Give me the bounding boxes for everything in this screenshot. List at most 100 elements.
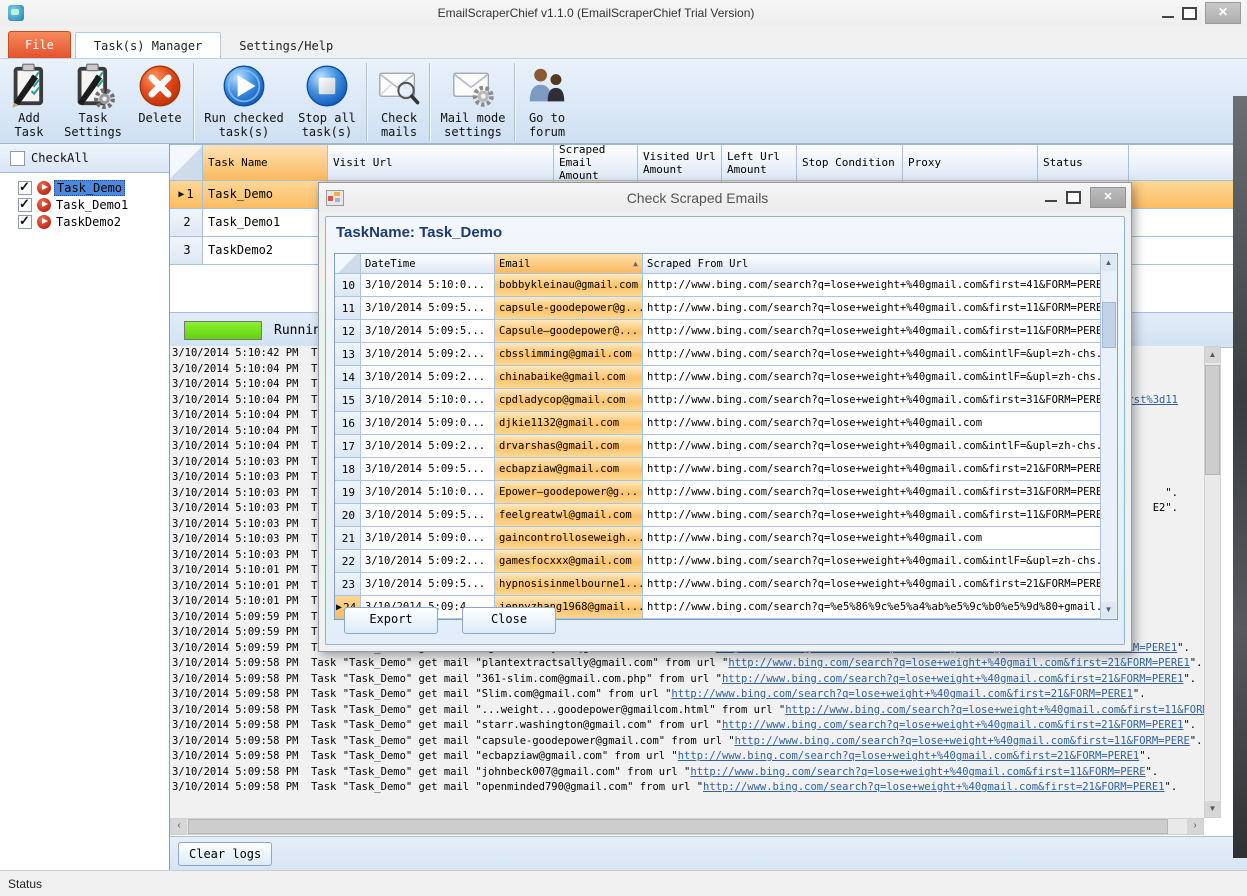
row-header-cell[interactable]: 10	[335, 274, 361, 297]
maximize-button[interactable]	[1182, 7, 1197, 20]
email-row[interactable]: 15 3/10/2014 5:10:0... cpdladycop@gmail.…	[335, 389, 1117, 412]
email-row[interactable]: 10 3/10/2014 5:10:0... bobbykleinau@gmai…	[335, 274, 1117, 297]
column-datetime[interactable]: DateTime	[361, 254, 495, 274]
mail-mode-settings-button[interactable]: Mail mode settings	[439, 63, 507, 139]
email-row[interactable]: 14 3/10/2014 5:09:2... chinabaike@gmail.…	[335, 366, 1117, 389]
row-header-cell[interactable]: 16	[335, 412, 361, 435]
task-tree-item[interactable]: Task_Demo	[10, 179, 169, 196]
log-url-link[interactable]: http://www.bing.com/search?q=lose+weight…	[785, 703, 1204, 719]
datetime-cell[interactable]: 3/10/2014 5:10:0...	[361, 389, 495, 412]
row-header-cell[interactable]: 3	[170, 237, 203, 265]
grid-corner-cell[interactable]	[335, 254, 361, 274]
datetime-cell[interactable]: 3/10/2014 5:10:0...	[361, 274, 495, 297]
datetime-cell[interactable]: 3/10/2014 5:09:5...	[361, 573, 495, 596]
datetime-cell[interactable]: 3/10/2014 5:09:0...	[361, 412, 495, 435]
minimize-button[interactable]	[1162, 16, 1174, 18]
scroll-thumb[interactable]	[188, 819, 1168, 834]
check-mails-button[interactable]: Check mails	[376, 63, 422, 139]
datetime-cell[interactable]: 3/10/2014 5:09:5...	[361, 458, 495, 481]
scraped-from-url-cell[interactable]: http://www.bing.com/search?q=lose+weight…	[643, 274, 1100, 297]
check-all-checkbox[interactable]	[10, 151, 25, 166]
row-header-cell[interactable]: 21	[335, 527, 361, 550]
scraped-from-url-cell[interactable]: http://www.bing.com/search?q=lose+weight…	[643, 412, 1100, 435]
scroll-left-arrow[interactable]: ‹	[171, 819, 187, 834]
email-cell[interactable]: cpdladycop@gmail.com	[495, 389, 643, 412]
dialog-close-button[interactable]: ✕	[1090, 187, 1126, 208]
row-header-cell[interactable]: 15	[335, 389, 361, 412]
log-url-link[interactable]: http://www.bing.com/search?q=lose+weight…	[728, 656, 1189, 672]
email-cell[interactable]: gamesfocxxx@gmail.com	[495, 550, 643, 573]
email-row[interactable]: 21 3/10/2014 5:09:0... gaincontrollosewe…	[335, 527, 1117, 550]
log-url-link[interactable]: http://www.bing.com/search?q=lose+weight…	[735, 734, 1190, 750]
log-url-link[interactable]: http://www.bing.com/search?q=lose+weight…	[678, 749, 1139, 765]
task-tree-item[interactable]: TaskDemo2	[10, 213, 169, 230]
scraped-from-url-cell[interactable]: http://www.bing.com/search?q=lose+weight…	[643, 366, 1100, 389]
row-header-cell[interactable]: 13	[335, 343, 361, 366]
column-proxy[interactable]: Proxy	[903, 145, 1038, 181]
task-name-cell[interactable]: Task_Demo1	[203, 209, 328, 237]
datetime-cell[interactable]: 3/10/2014 5:09:2...	[361, 550, 495, 573]
scraped-from-url-cell[interactable]: http://www.bing.com/search?q=lose+weight…	[643, 343, 1100, 366]
column-visit-url[interactable]: Visit Url	[328, 145, 554, 181]
datetime-cell[interactable]: 3/10/2014 5:09:0...	[361, 527, 495, 550]
row-header-cell[interactable]: 17	[335, 435, 361, 458]
scraped-from-url-cell[interactable]: http://www.bing.com/search?q=lose+weight…	[643, 550, 1100, 573]
column-status[interactable]: Status	[1038, 145, 1129, 181]
email-cell[interactable]: chinabaike@gmail.com	[495, 366, 643, 389]
datetime-cell[interactable]: 3/10/2014 5:09:2...	[361, 435, 495, 458]
email-row[interactable]: 12 3/10/2014 5:09:5... Capsule—goodepowe…	[335, 320, 1117, 343]
task-name-cell[interactable]: Task_Demo	[203, 181, 328, 209]
grid-corner-cell[interactable]	[170, 145, 203, 181]
add-task-button[interactable]: Add Task	[6, 63, 52, 139]
email-cell[interactable]: ecbapziaw@gmail.com	[495, 458, 643, 481]
task-checkbox[interactable]	[18, 198, 32, 212]
row-header-cell[interactable]: 18	[335, 458, 361, 481]
dialog-maximize-button[interactable]	[1066, 191, 1081, 204]
column-stop-condition[interactable]: Stop Condition	[797, 145, 903, 181]
task-settings-button[interactable]: Task Settings	[62, 63, 124, 139]
column-email[interactable]: Email▲	[495, 254, 643, 274]
row-header-cell[interactable]: 14	[335, 366, 361, 389]
scroll-thumb[interactable]	[1205, 365, 1220, 475]
log-url-link[interactable]: http://www.bing.com/search?q=lose+weight…	[703, 780, 1164, 796]
email-cell[interactable]: djkie1132@gmail.com	[495, 412, 643, 435]
email-cell[interactable]: feelgreatwl@gmail.com	[495, 504, 643, 527]
datetime-cell[interactable]: 3/10/2014 5:09:2...	[361, 343, 495, 366]
scraped-from-url-cell[interactable]: http://www.bing.com/search?q=lose+weight…	[643, 458, 1100, 481]
scraped-from-url-cell[interactable]: http://www.bing.com/search?q=lose+weight…	[643, 573, 1100, 596]
email-row[interactable]: 18 3/10/2014 5:09:5... ecbapziaw@gmail.c…	[335, 458, 1117, 481]
close-button[interactable]: Close	[462, 607, 556, 634]
column-scraped-from-url[interactable]: Scraped From Url	[643, 254, 1100, 274]
task-tree-label[interactable]: Task_Demo	[54, 180, 125, 196]
email-cell[interactable]: gaincontrolloseweigh...	[495, 527, 643, 550]
task-tree-label[interactable]: Task_Demo1	[54, 198, 130, 212]
export-button[interactable]: Export	[344, 607, 438, 634]
email-cell[interactable]: Epower—goodepower@g...	[495, 481, 643, 504]
scraped-from-url-cell[interactable]: http://www.bing.com/search?q=lose+weight…	[643, 435, 1100, 458]
delete-button[interactable]: Delete	[134, 63, 186, 125]
tab-settings-help[interactable]: Settings/Help	[221, 33, 351, 58]
stop-all-tasks-button[interactable]: Stop all task(s)	[295, 63, 359, 139]
email-row[interactable]: 20 3/10/2014 5:09:5... feelgreatwl@gmail…	[335, 504, 1117, 527]
log-url-link[interactable]: http://www.bing.com/search?q=lose+weight…	[690, 765, 1145, 781]
scraped-from-url-cell[interactable]: http://www.bing.com/search?q=lose+weight…	[643, 297, 1100, 320]
datetime-cell[interactable]: 3/10/2014 5:09:5...	[361, 297, 495, 320]
email-cell[interactable]: bobbykleinau@gmail.com	[495, 274, 643, 297]
go-to-forum-button[interactable]: Go to forum	[524, 63, 570, 139]
column-left-url-amount[interactable]: Left Url Amount	[722, 145, 797, 181]
row-header-cell[interactable]: 11	[335, 297, 361, 320]
run-checked-tasks-button[interactable]: Run checked task(s)	[203, 63, 285, 139]
scroll-right-arrow[interactable]: ›	[1187, 819, 1203, 834]
close-button[interactable]: ✕	[1205, 2, 1241, 24]
scroll-up-arrow[interactable]: ▲	[1101, 255, 1116, 271]
scroll-thumb[interactable]	[1102, 302, 1116, 348]
scraped-from-url-cell[interactable]: http://www.bing.com/search?q=lose+weight…	[643, 320, 1100, 343]
scraped-from-url-cell[interactable]: http://www.bing.com/search?q=lose+weight…	[643, 481, 1100, 504]
email-row[interactable]: 19 3/10/2014 5:10:0... Epower—goodepower…	[335, 481, 1117, 504]
task-tree-item[interactable]: Task_Demo1	[10, 196, 169, 213]
dialog-minimize-button[interactable]	[1045, 200, 1057, 202]
row-header-cell[interactable]: 2	[170, 209, 203, 237]
scroll-up-arrow[interactable]: ▲	[1205, 347, 1220, 363]
scraped-from-url-cell[interactable]: http://www.bing.com/search?q=lose+weight…	[643, 389, 1100, 412]
row-header-cell[interactable]: 20	[335, 504, 361, 527]
